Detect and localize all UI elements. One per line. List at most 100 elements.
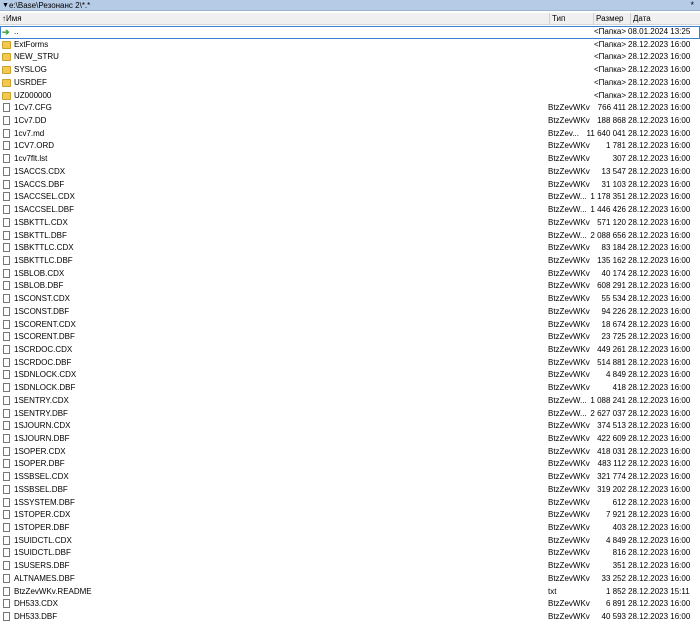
file-row[interactable]: 1Cv7.CFG BtzZevWKv 766 411 28.12.2023 16:00 xyxy=(0,102,700,115)
file-row[interactable]: 1cv7.md BtzZev... 11 640 041 28.12.2023 16:… xyxy=(0,128,700,141)
file-size: 374 513 xyxy=(597,421,626,431)
file-name: 1SBKTTLC.DBF xyxy=(14,255,73,265)
file-name: 1SJOURN.CDX xyxy=(14,421,71,431)
column-divider[interactable] xyxy=(630,13,631,25)
file-date: 28.12.2023 16:00 xyxy=(628,268,691,278)
file-row[interactable]: 1cv7flt.lst BtzZevWKv 307 28.12.2023 16:00 xyxy=(0,153,700,166)
file-icon xyxy=(3,306,10,316)
file-row[interactable]: 1SOPER.DBF BtzZevWKv 483 112 28.12.2023 16:… xyxy=(0,458,700,471)
file-row[interactable]: DH533.DBF BtzZevWKv 40 593 28.12.2023 16:00 xyxy=(0,611,700,624)
file-icon xyxy=(3,268,10,278)
file-date: 28.12.2023 16:00 xyxy=(628,116,691,126)
file-row[interactable]: 1SENTRY.DBF BtzZevW... 2 627 037 28.12.2023… xyxy=(0,408,700,421)
file-row[interactable]: 1SACCS.DBF BtzZevWKv 31 103 28.12.2023 16:0… xyxy=(0,179,700,192)
file-size: 83 184 xyxy=(601,243,626,253)
file-row[interactable]: 1SBLOB.DBF BtzZevWKv 608 291 28.12.2023 16:… xyxy=(0,280,700,293)
file-row[interactable]: BtzZevWKv.README txt 1 852 28.12.2023 15:11 xyxy=(0,586,700,599)
folder-icon xyxy=(2,40,11,49)
file-row[interactable]: 1SACCSEL.CDX BtzZevW... 1 178 351 28.12.202… xyxy=(0,191,700,204)
file-row[interactable]: 1STOPER.DBF BtzZevWKv 403 28.12.2023 16:00 xyxy=(0,522,700,535)
file-icon xyxy=(3,281,10,291)
file-row[interactable]: UZ000000 <Папка> 28.12.2023 16:00 xyxy=(0,90,700,103)
file-date: 28.12.2023 16:00 xyxy=(628,332,691,342)
file-row[interactable]: ➔.. <Папка> 08.01.2024 13:25 xyxy=(0,26,700,39)
file-icon xyxy=(3,484,10,494)
file-row[interactable]: NEW_STRU <Папка> 28.12.2023 16:00 xyxy=(0,51,700,64)
file-size: 1 178 351 xyxy=(590,192,626,202)
file-icon xyxy=(3,344,10,354)
file-size: 188 868 xyxy=(597,116,626,126)
file-row[interactable]: 1STOPER.CDX BtzZevWKv 7 921 28.12.2023 16:0… xyxy=(0,509,700,522)
file-row[interactable]: 1SBKTTLC.CDX BtzZevWKv 83 184 28.12.2023 16… xyxy=(0,242,700,255)
file-row[interactable]: 1SUIDCTL.CDX BtzZevWKv 4 849 28.12.2023 16:… xyxy=(0,535,700,548)
file-row[interactable]: USRDEF <Папка> 28.12.2023 16:00 xyxy=(0,77,700,90)
file-row[interactable]: 1SUIDCTL.DBF BtzZevWKv 816 28.12.2023 16:00 xyxy=(0,547,700,560)
file-row[interactable]: 1SCONST.DBF BtzZevWKv 94 226 28.12.2023 16:… xyxy=(0,306,700,319)
file-row[interactable]: 1CV7.ORD BtzZevWKv 1 781 28.12.2023 16:00 xyxy=(0,140,700,153)
file-row[interactable]: 1SCORENT.DBF BtzZevWKv 23 725 28.12.2023 16… xyxy=(0,331,700,344)
file-name: 1SENTRY.CDX xyxy=(14,395,69,405)
file-row[interactable]: 1SACCSEL.DBF BtzZevW... 1 446 426 28.12.202… xyxy=(0,204,700,217)
file-row[interactable]: 1SDNLOCK.CDX BtzZevWKv 4 849 28.12.2023 16:… xyxy=(0,369,700,382)
file-name: USRDEF xyxy=(14,77,47,87)
file-name: 1Cv7.CFG xyxy=(14,103,52,113)
file-row[interactable]: 1SENTRY.CDX BtzZevW... 1 088 241 28.12.2023… xyxy=(0,395,700,408)
file-size: <Папка> xyxy=(594,65,626,75)
column-divider[interactable] xyxy=(549,13,550,25)
file-row[interactable]: 1SCORENT.CDX BtzZevWKv 18 674 28.12.2023 16… xyxy=(0,319,700,332)
file-row[interactable]: 1SACCS.CDX BtzZevWKv 13 547 28.12.2023 16:0… xyxy=(0,166,700,179)
file-row[interactable]: 1Cv7.DD BtzZevWKv 188 868 28.12.2023 16:00 xyxy=(0,115,700,128)
file-name: 1SJOURN.DBF xyxy=(14,434,70,443)
file-row[interactable]: 1SJOURN.DBF BtzZevWKv 422 609 28.12.2023 16… xyxy=(0,433,700,446)
file-date: 28.12.2023 16:00 xyxy=(628,319,691,329)
path-bar[interactable]: ▼ e:\Base\Резонанс 2\*.* * xyxy=(0,0,700,11)
file-date: 28.12.2023 16:00 xyxy=(628,535,691,545)
file-name: .. xyxy=(14,27,19,36)
file-name: DH533.DBF xyxy=(14,612,58,622)
file-size: 307 xyxy=(612,154,626,164)
file-size: 7 921 xyxy=(605,510,626,520)
file-row[interactable]: DH533.CDX BtzZevWKv 6 891 28.12.2023 16:00 xyxy=(0,598,700,611)
file-size: <Папка> xyxy=(594,77,626,87)
file-date: 28.12.2023 16:00 xyxy=(628,472,691,482)
file-icon xyxy=(3,255,10,265)
file-row[interactable]: 1SOPER.CDX BtzZevWKv 418 031 28.12.2023 16:… xyxy=(0,446,700,459)
file-row[interactable]: 1SJOURN.CDX BtzZevWKv 374 513 28.12.2023 16… xyxy=(0,420,700,433)
file-row[interactable]: 1SBKTTLC.DBF BtzZevWKv 135 162 28.12.2023 1… xyxy=(0,255,700,268)
file-row[interactable]: 1SSBSEL.DBF BtzZevWKv 319 202 28.12.2023 16… xyxy=(0,484,700,497)
column-date[interactable]: Дата xyxy=(633,13,651,25)
file-row[interactable]: 1SCRDOC.CDX BtzZevWKv 449 261 28.12.2023 16… xyxy=(0,344,700,357)
file-row[interactable]: 1SSYSTEM.DBF BtzZevWKv 612 28.12.2023 16:00 xyxy=(0,497,700,510)
file-row[interactable]: 1SBKTTL.CDX BtzZevWKv 571 120 28.12.2023 16… xyxy=(0,217,700,230)
file-name: 1SDNLOCK.CDX xyxy=(14,370,77,380)
file-date: 28.12.2023 16:00 xyxy=(628,141,691,151)
file-name: 1SCONST.DBF xyxy=(14,306,70,316)
file-row[interactable]: 1SBLOB.CDX BtzZevWKv 40 174 28.12.2023 16:0… xyxy=(0,268,700,281)
file-size: 1 852 xyxy=(605,586,626,596)
column-name[interactable]: ↑Имя xyxy=(2,13,22,25)
file-icon xyxy=(3,586,10,596)
filter-star[interactable]: * xyxy=(690,0,694,11)
folder-icon xyxy=(2,53,11,62)
file-row[interactable]: ALTNAMES.DBF BtzZevWKv 33 252 28.12.2023 16… xyxy=(0,573,700,586)
file-date: 28.12.2023 16:00 xyxy=(628,281,691,291)
file-date: 28.12.2023 16:00 xyxy=(628,52,691,62)
file-date: 28.12.2023 16:00 xyxy=(628,179,691,189)
file-row[interactable]: SYSLOG <Папка> 28.12.2023 16:00 xyxy=(0,64,700,77)
file-row[interactable]: 1SSBSEL.CDX BtzZevWKv 321 774 28.12.2023 16… xyxy=(0,471,700,484)
column-divider[interactable] xyxy=(593,13,594,25)
file-size: 418 xyxy=(612,383,626,393)
file-size: 4 849 xyxy=(605,535,626,545)
file-icon xyxy=(3,332,10,342)
column-type[interactable]: Тип xyxy=(552,13,565,25)
file-date: 28.12.2023 16:00 xyxy=(628,217,691,227)
drive-dropdown-icon[interactable]: ▼ xyxy=(2,0,9,11)
file-row[interactable]: 1SCRDOC.DBF BtzZevWKv 514 881 28.12.2023 16… xyxy=(0,357,700,370)
file-row[interactable]: 1SDNLOCK.DBF BtzZevWKv 418 28.12.2023 16:00 xyxy=(0,382,700,395)
file-name: 1SACCSEL.CDX xyxy=(14,192,75,202)
file-row[interactable]: 1SBKTTL.DBF BtzZevW... 2 088 656 28.12.2023… xyxy=(0,230,700,243)
file-row[interactable]: 1SCONST.CDX BtzZevWKv 55 534 28.12.2023 16:… xyxy=(0,293,700,306)
file-row[interactable]: 1SUSERS.DBF BtzZevWKv 351 28.12.2023 16:00 xyxy=(0,560,700,573)
file-row[interactable]: ExtForms <Папка> 28.12.2023 16:00 xyxy=(0,39,700,52)
column-size[interactable]: Размер xyxy=(596,13,624,25)
